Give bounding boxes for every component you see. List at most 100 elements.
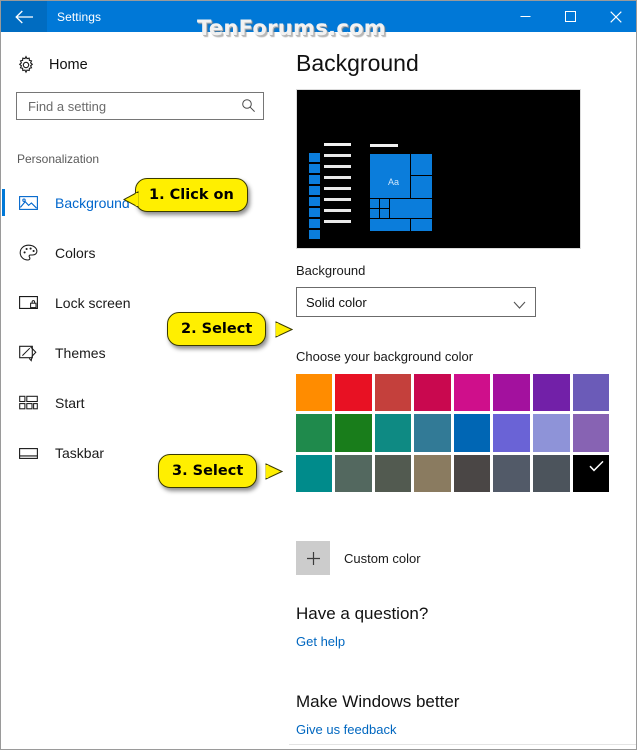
page-title: Background	[296, 50, 419, 76]
color-swatch[interactable]	[374, 454, 412, 492]
window-title: Settings	[57, 9, 102, 24]
color-swatch[interactable]	[295, 414, 333, 452]
color-swatch[interactable]	[295, 373, 333, 411]
color-swatch-cell[interactable]	[532, 372, 572, 413]
preview-menu-lines	[324, 143, 351, 231]
color-swatch-cell[interactable]	[492, 453, 532, 494]
sidebar-item-label: Start	[55, 395, 85, 411]
help-heading: Have a question?	[296, 604, 429, 623]
color-swatch-cell[interactable]	[532, 413, 572, 454]
color-swatch-cell[interactable]	[492, 413, 532, 454]
sidebar-item-label: Themes	[55, 345, 106, 361]
preview-tiles: Aa	[370, 154, 432, 231]
color-swatch-cell[interactable]	[373, 453, 413, 494]
minimize-button[interactable]	[503, 1, 548, 32]
color-swatch[interactable]	[374, 414, 412, 452]
close-button[interactable]	[593, 1, 636, 32]
sidebar-item-label: Lock screen	[55, 295, 131, 311]
color-swatch-cell[interactable]	[452, 453, 492, 494]
callout-3: 3. Select	[158, 454, 258, 488]
color-swatch[interactable]	[335, 414, 372, 452]
maximize-button[interactable]	[548, 1, 593, 32]
themes-icon	[17, 342, 39, 364]
gear-icon	[16, 55, 36, 75]
callout-2-tail	[275, 321, 293, 338]
color-swatch[interactable]	[414, 414, 451, 452]
preview-taskbar-column	[309, 153, 320, 241]
background-field-label: Background	[296, 263, 366, 278]
color-swatch[interactable]	[533, 414, 570, 452]
color-swatch-cell[interactable]	[334, 413, 374, 454]
color-swatch[interactable]	[335, 373, 372, 411]
get-help-link[interactable]: Get help	[296, 634, 345, 649]
background-type-dropdown[interactable]: Solid color	[296, 287, 536, 317]
color-swatch[interactable]	[453, 454, 491, 492]
back-button[interactable]	[1, 1, 47, 32]
color-swatch[interactable]	[295, 454, 333, 492]
color-swatch[interactable]	[374, 373, 412, 411]
home-nav-item[interactable]: Home	[16, 52, 88, 78]
color-swatch-cell[interactable]	[373, 413, 413, 454]
color-swatch[interactable]	[533, 454, 570, 492]
color-swatch-cell[interactable]	[452, 413, 492, 454]
selection-indicator	[2, 189, 5, 216]
sidebar-item-colors[interactable]: Colors	[2, 228, 289, 278]
color-swatch-grid	[294, 372, 611, 494]
sidebar-item-label: Colors	[55, 245, 96, 261]
color-swatch-cell[interactable]	[294, 372, 334, 413]
color-swatch-cell[interactable]	[413, 453, 453, 494]
back-arrow-icon	[14, 10, 33, 23]
color-section-label: Choose your background color	[296, 349, 474, 364]
color-swatch[interactable]	[493, 454, 531, 492]
dropdown-selected-value: Solid color	[306, 294, 367, 310]
color-swatch[interactable]	[572, 373, 610, 411]
settings-window: Settings TenForums.com Home Find a setti…	[0, 0, 637, 750]
content-pane: Background Aa Background Solid color Cho…	[289, 32, 636, 749]
color-swatch[interactable]	[572, 414, 610, 452]
color-swatch-cell[interactable]	[571, 372, 611, 413]
preview-title-line	[370, 144, 398, 147]
color-swatch-cell[interactable]	[571, 453, 611, 494]
color-swatch[interactable]	[493, 373, 531, 411]
divider	[289, 744, 636, 745]
callout-3-tail	[265, 463, 283, 480]
sidebar-item-label: Taskbar	[55, 445, 105, 461]
color-swatch-cell[interactable]	[413, 372, 453, 413]
search-icon	[241, 98, 256, 118]
color-swatch-cell[interactable]	[532, 453, 572, 494]
color-swatch-cell[interactable]	[294, 453, 334, 494]
sidebar-item-start[interactable]: Start	[2, 378, 289, 428]
watermark: TenForums.com	[197, 16, 386, 40]
callout-1: 1. Click on	[135, 178, 248, 212]
sidebar-item-label: Background	[55, 195, 130, 211]
search-input[interactable]	[26, 93, 230, 119]
color-swatch-cell[interactable]	[334, 372, 374, 413]
color-swatch-cell[interactable]	[294, 413, 334, 454]
close-icon	[609, 10, 622, 23]
color-swatch-cell[interactable]	[373, 372, 413, 413]
color-swatch[interactable]	[453, 373, 491, 411]
color-swatch[interactable]	[414, 373, 451, 411]
color-swatch-cell[interactable]	[571, 413, 611, 454]
feedback-heading: Make Windows better	[296, 692, 460, 711]
taskbar-icon	[17, 442, 39, 464]
search-box[interactable]	[16, 92, 264, 120]
color-swatch-cell[interactable]	[452, 372, 492, 413]
color-swatch[interactable]	[414, 454, 451, 492]
custom-color-button[interactable]	[296, 541, 330, 575]
color-swatch[interactable]	[493, 414, 531, 452]
give-feedback-link[interactable]: Give us feedback	[296, 722, 396, 737]
color-swatch-cell[interactable]	[413, 413, 453, 454]
custom-color-row[interactable]: Custom color	[296, 541, 421, 575]
color-swatch[interactable]	[533, 373, 570, 411]
plus-icon	[306, 551, 320, 565]
color-swatch[interactable]	[335, 454, 372, 492]
navigation-pane: Home Personalization	[2, 32, 289, 749]
lock-screen-icon	[17, 292, 39, 314]
callout-2: 2. Select	[167, 312, 267, 346]
color-swatch[interactable]	[453, 414, 491, 452]
chevron-down-icon	[513, 297, 526, 315]
color-swatch[interactable]	[572, 454, 610, 492]
color-swatch-cell[interactable]	[334, 453, 374, 494]
color-swatch-cell[interactable]	[492, 372, 532, 413]
